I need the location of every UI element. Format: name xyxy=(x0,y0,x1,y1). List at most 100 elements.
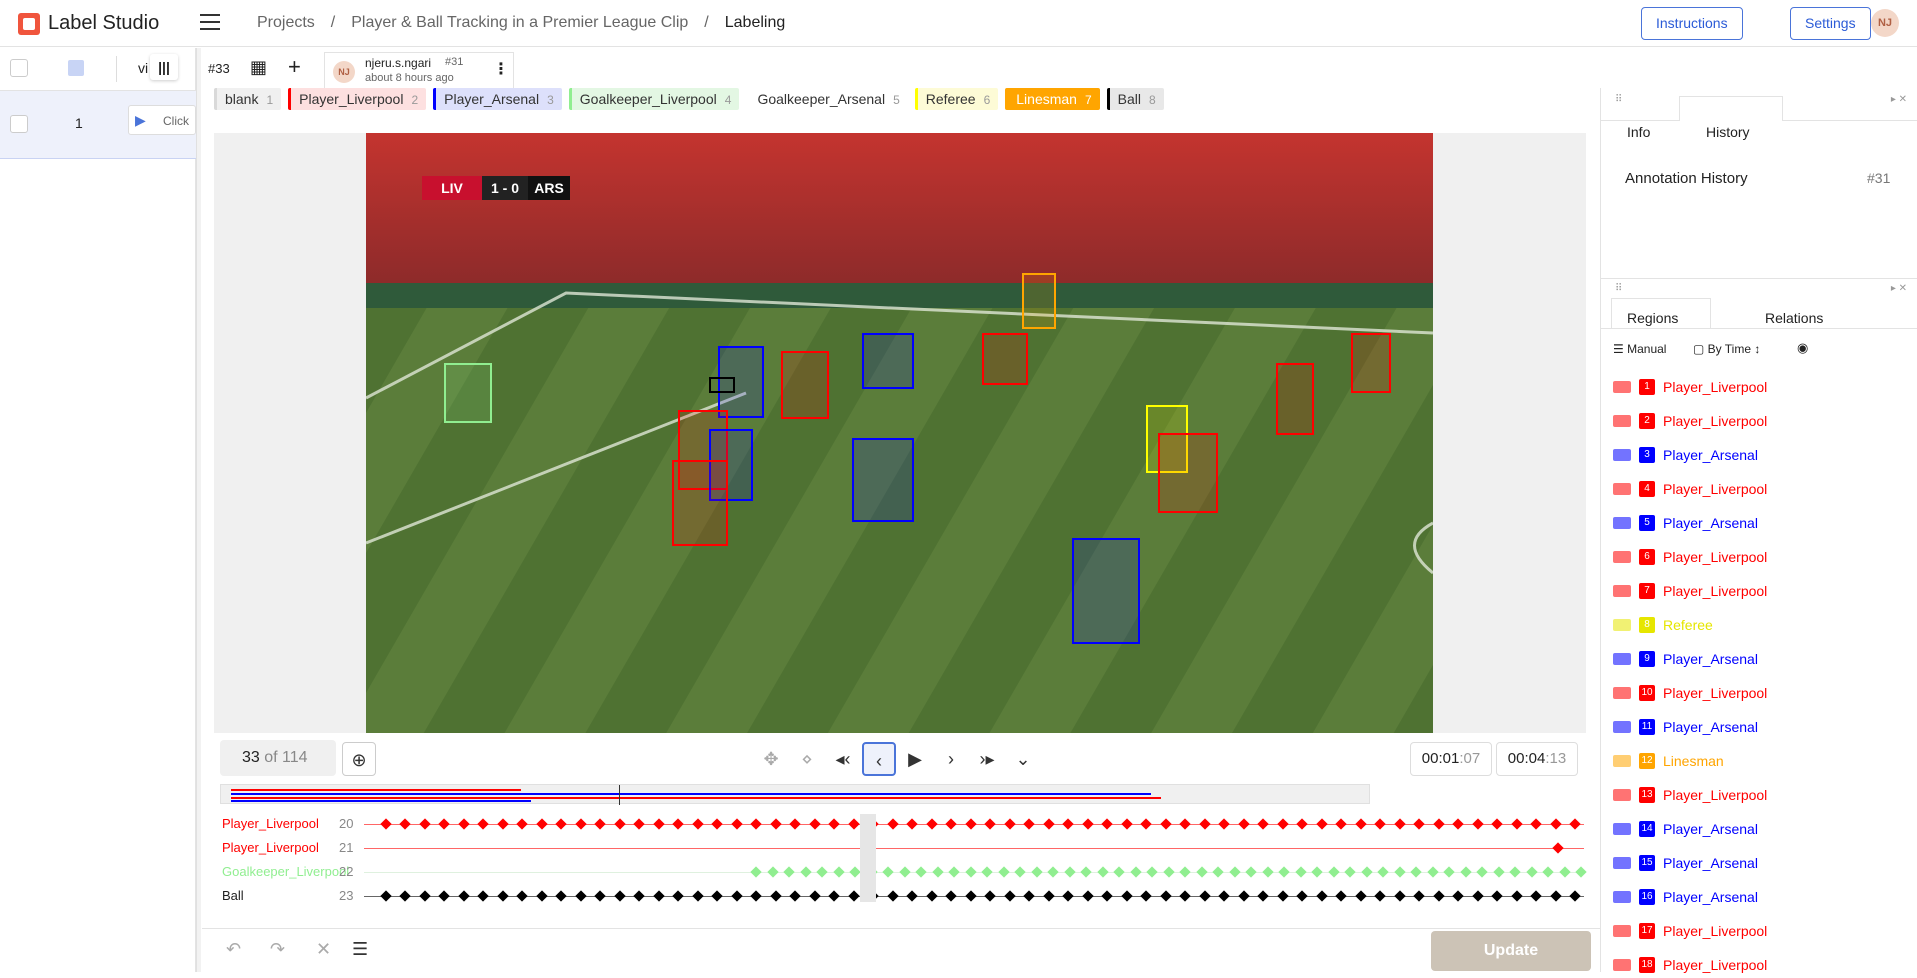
keyframe[interactable] xyxy=(458,890,470,902)
keyframe[interactable] xyxy=(1080,866,1092,878)
annotation-tab[interactable]: NJ njeru.s.ngari #31 about 8 hours ago ⋮ xyxy=(324,52,514,88)
keyframe[interactable] xyxy=(1101,890,1113,902)
keyframe[interactable] xyxy=(1394,818,1406,830)
settings-button[interactable]: Settings xyxy=(1790,7,1871,40)
keyframe[interactable] xyxy=(1257,818,1269,830)
keyframe[interactable] xyxy=(1160,890,1172,902)
sort-manual-button[interactable]: ☰ Manual xyxy=(1613,342,1666,356)
label-chip[interactable]: blank 1 xyxy=(214,88,282,110)
keyframe[interactable] xyxy=(1491,818,1503,830)
region-item[interactable]: 6 Player_Liverpool xyxy=(1613,544,1767,570)
keyframe[interactable] xyxy=(828,818,840,830)
keyframe[interactable] xyxy=(932,866,944,878)
video-frame[interactable]: LIV 1 - 0 ARS xyxy=(366,133,1433,733)
label-chip[interactable]: Goalkeeper_Liverpool 4 xyxy=(568,88,740,110)
keyframe[interactable] xyxy=(1413,890,1425,902)
keyframe[interactable] xyxy=(1377,866,1389,878)
keyframe[interactable] xyxy=(1062,818,1074,830)
region-item[interactable]: 9 Player_Arsenal xyxy=(1613,646,1758,672)
keyframe[interactable] xyxy=(1023,818,1035,830)
keyframe[interactable] xyxy=(1452,890,1464,902)
keyframe[interactable] xyxy=(477,890,489,902)
keyframe[interactable] xyxy=(672,890,684,902)
label-chip[interactable]: Player_Arsenal 3 xyxy=(433,88,562,110)
bbox-linesman[interactable] xyxy=(1022,273,1056,329)
keyframe[interactable] xyxy=(497,890,509,902)
keyframe[interactable] xyxy=(767,866,779,878)
keyframe[interactable] xyxy=(1031,866,1043,878)
next-keyframe-icon[interactable]: ›▸ xyxy=(970,742,1004,776)
region-item[interactable]: 17 Player_Liverpool xyxy=(1613,918,1767,944)
keyframe[interactable] xyxy=(1552,842,1564,854)
bbox-player-arsenal[interactable] xyxy=(1072,538,1140,644)
bbox-player-liverpool[interactable] xyxy=(672,460,728,546)
keyframe[interactable] xyxy=(915,866,927,878)
keyframe[interactable] xyxy=(1146,866,1158,878)
keyframe[interactable] xyxy=(887,818,899,830)
keyframe[interactable] xyxy=(1394,866,1406,878)
keyframe[interactable] xyxy=(1335,818,1347,830)
keyframe[interactable] xyxy=(833,866,845,878)
keyframe[interactable] xyxy=(1550,818,1562,830)
bbox-player-arsenal[interactable] xyxy=(852,438,914,522)
keyframe[interactable] xyxy=(998,866,1010,878)
keyframe[interactable] xyxy=(1530,818,1542,830)
keyframe[interactable] xyxy=(882,866,894,878)
keyframe[interactable] xyxy=(672,818,684,830)
columns-icon[interactable]: ||| xyxy=(150,54,178,80)
keyframe[interactable] xyxy=(1163,866,1175,878)
bbox-ball[interactable] xyxy=(709,377,735,393)
keyframe[interactable] xyxy=(1262,866,1274,878)
keyframe[interactable] xyxy=(1413,818,1425,830)
keyframe[interactable] xyxy=(1472,890,1484,902)
keyframe[interactable] xyxy=(1238,818,1250,830)
keyframe[interactable] xyxy=(906,818,918,830)
collapse-panel-icon[interactable]: ▸ ✕ xyxy=(1891,283,1907,294)
keyframe[interactable] xyxy=(536,818,548,830)
keyframe[interactable] xyxy=(1082,818,1094,830)
add-keyframe-icon[interactable]: ✥ xyxy=(754,742,788,776)
label-chip[interactable]: Referee 6 xyxy=(914,88,999,110)
keyframe[interactable] xyxy=(653,818,665,830)
keyframe[interactable] xyxy=(399,818,411,830)
keyframe[interactable] xyxy=(981,866,993,878)
keyframe[interactable] xyxy=(458,818,470,830)
keyframe[interactable] xyxy=(419,818,431,830)
keyframe[interactable] xyxy=(809,890,821,902)
keyframe[interactable] xyxy=(1569,818,1581,830)
keyframe[interactable] xyxy=(575,890,587,902)
previous-keyframe-icon[interactable]: ◂‹ xyxy=(826,742,860,776)
keyframe[interactable] xyxy=(809,818,821,830)
breadcrumb-project[interactable]: Player & Ball Tracking in a Premier Leag… xyxy=(351,14,688,32)
keyframe[interactable] xyxy=(1296,818,1308,830)
timeline-cursor[interactable] xyxy=(860,814,876,902)
region-item[interactable]: 15 Player_Arsenal xyxy=(1613,850,1758,876)
video-canvas[interactable]: LIV 1 - 0 ARS xyxy=(214,133,1586,733)
keyframe[interactable] xyxy=(1101,818,1113,830)
keyframe[interactable] xyxy=(1179,818,1191,830)
keyframe[interactable] xyxy=(1530,890,1542,902)
label-chip[interactable]: Player_Liverpool 2 xyxy=(288,88,427,110)
keyframe[interactable] xyxy=(1433,890,1445,902)
drag-handle-icon[interactable]: ⠿ xyxy=(1615,94,1622,105)
region-item[interactable]: 7 Player_Liverpool xyxy=(1613,578,1767,604)
keyframe[interactable] xyxy=(1218,890,1230,902)
keyframe[interactable] xyxy=(1140,890,1152,902)
keyframe[interactable] xyxy=(1295,866,1307,878)
keyframe[interactable] xyxy=(1374,818,1386,830)
region-item[interactable]: 2 Player_Liverpool xyxy=(1613,408,1767,434)
keyframe[interactable] xyxy=(1179,890,1191,902)
zoom-icon[interactable]: ⊕ xyxy=(342,742,376,776)
user-avatar[interactable]: NJ xyxy=(1871,9,1899,37)
region-item[interactable]: 5 Player_Arsenal xyxy=(1613,510,1758,536)
keyframe[interactable] xyxy=(1004,890,1016,902)
keyframe[interactable] xyxy=(1550,890,1562,902)
keyframe[interactable] xyxy=(1113,866,1125,878)
play-icon[interactable]: ▶ xyxy=(898,742,932,776)
sort-by-time-button[interactable]: ▢ By Time ↕ xyxy=(1693,342,1760,356)
keyframe[interactable] xyxy=(1218,818,1230,830)
keyframe[interactable] xyxy=(926,818,938,830)
instructions-button[interactable]: Instructions xyxy=(1641,7,1743,40)
region-item[interactable]: 16 Player_Arsenal xyxy=(1613,884,1758,910)
tab-info[interactable]: Info xyxy=(1627,124,1650,140)
